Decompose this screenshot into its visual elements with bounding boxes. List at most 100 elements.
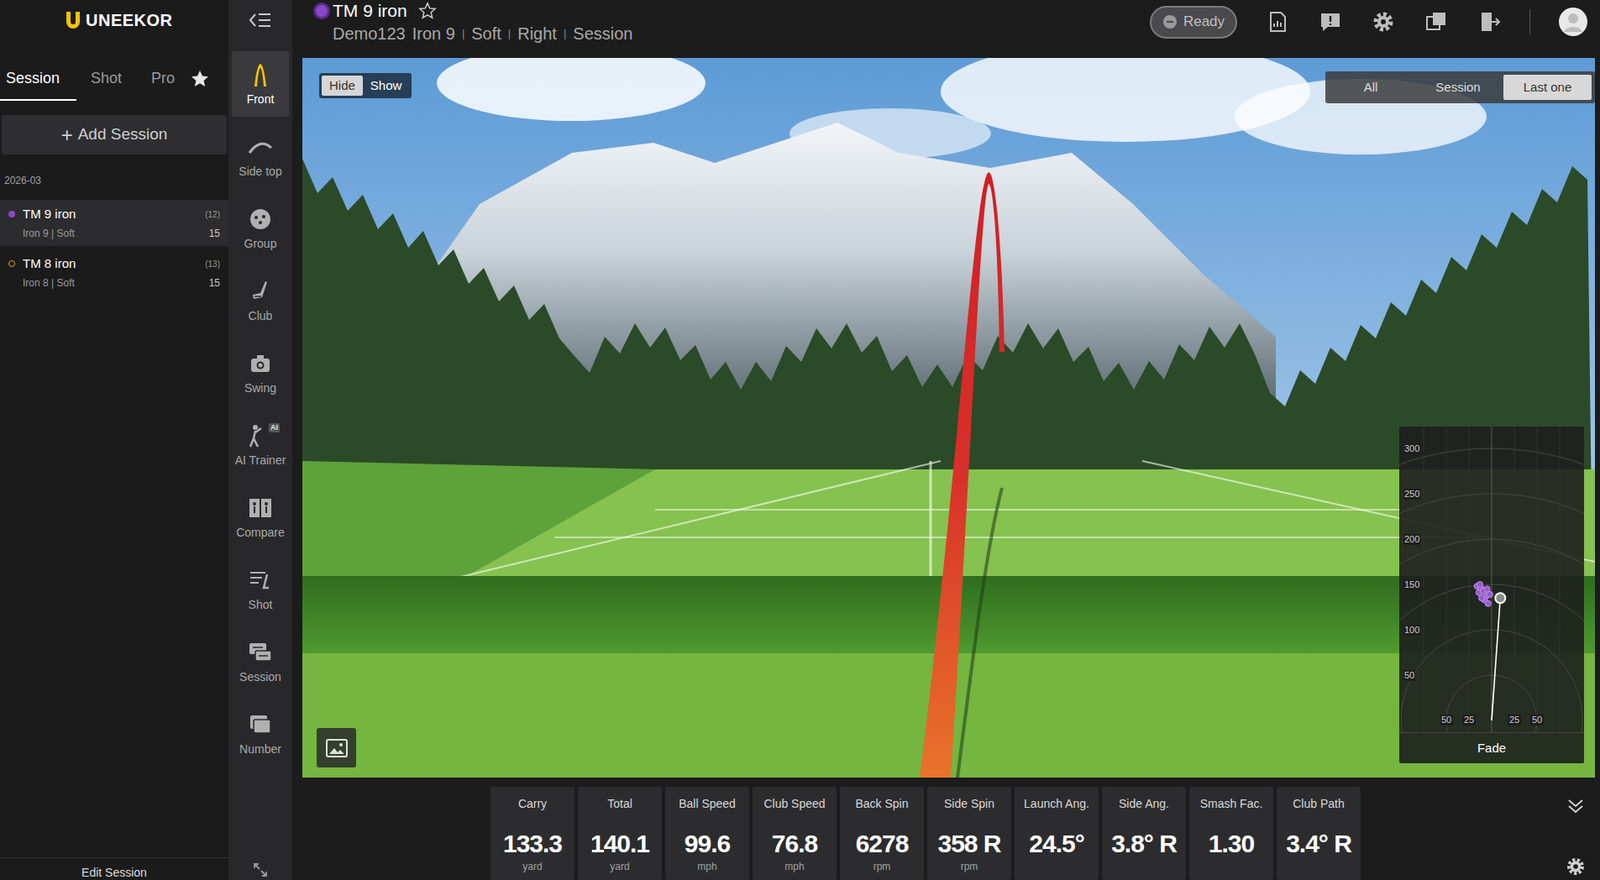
subtitle-item: Soft [471, 22, 502, 45]
rail-label: Shot [248, 598, 273, 612]
y-axis-tick: 300 [1403, 443, 1421, 455]
session-item[interactable]: TM 9 iron(12)Iron 9 | Soft15 [0, 199, 229, 247]
rail-item[interactable]: Side top [231, 123, 289, 189]
collapse-menu-icon[interactable] [228, 0, 293, 41]
shot-dot [1484, 586, 1490, 593]
number-cards-icon [246, 712, 275, 738]
metric-tile: Carry133.3yard [490, 786, 575, 880]
session-item[interactable]: TM 8 iron(13)Iron 8 | Soft15 [0, 249, 229, 296]
session-dot [8, 260, 16, 268]
rail-item[interactable]: Front [231, 51, 289, 117]
session-count: (12) [204, 208, 221, 221]
add-session-label: Add Session [78, 122, 168, 147]
metric-value: 99.6 [684, 830, 730, 858]
trace-visibility-toggle: HideShow [319, 73, 412, 99]
metric-label: Club Speed [763, 786, 825, 812]
shot-shape-bar: Fade [1399, 732, 1585, 764]
rail-item[interactable]: Group [231, 195, 289, 262]
group-view-icon [246, 206, 275, 232]
subtitle-separator: | [508, 25, 511, 42]
front-view-icon [246, 62, 275, 88]
trace-toggle-button[interactable]: Hide [321, 75, 363, 96]
rail-item[interactable]: Compare [231, 484, 289, 551]
session-title: TM 9 iron [22, 204, 76, 225]
shot-dot [1479, 595, 1485, 602]
report-icon[interactable] [1264, 9, 1291, 35]
title-row: TM 9 iron [313, 0, 633, 22]
metric-value: 3.8° R [1111, 830, 1177, 858]
metric-tile: Side Spin358 Rrpm [927, 786, 1012, 880]
panel-tab[interactable]: Shot [76, 57, 137, 101]
y-axis-tick: 150 [1403, 579, 1421, 591]
metric-label: Back Spin [855, 786, 908, 812]
panel-tab[interactable]: Pro [136, 57, 188, 101]
rail-label: Compare [236, 525, 285, 540]
metric-unit: yard [522, 860, 542, 874]
rail-item[interactable]: Number [231, 701, 289, 767]
metric-tile: Smash Fac.1.30 [1189, 786, 1274, 880]
rail-item[interactable]: AIAI Trainer [231, 412, 289, 478]
favorite-star-icon[interactable] [418, 1, 437, 21]
metric-unit: yard [609, 860, 630, 874]
top-header: TM 9 ironDemo123Iron 9|Soft|Right|Sessio… [292, 0, 1600, 58]
side-top-view-icon [246, 134, 275, 160]
session-count: (13) [204, 257, 221, 271]
feedback-icon[interactable] [1317, 9, 1343, 35]
panel-tabs: SessionShotPro [0, 57, 229, 101]
subtitle-separator: | [563, 25, 567, 42]
session-item-title-row: TM 8 iron(13) [8, 254, 221, 274]
rail-item[interactable]: Shot [231, 556, 289, 623]
rail-label: Side top [238, 164, 282, 179]
metric-label: Ball Speed [678, 786, 736, 812]
main-area: TM 9 ironDemo123Iron 9|Soft|Right|Sessio… [292, 0, 1600, 880]
panel-tab[interactable]: Session [0, 57, 77, 101]
status-label: Ready [1183, 10, 1225, 33]
session-list: TM 9 iron(12)Iron 9 | Soft15TM 8 iron(13… [0, 199, 229, 296]
shot-dot [1495, 592, 1506, 604]
status-pill: Ready [1149, 5, 1238, 39]
minus-circle-icon [1162, 14, 1178, 30]
shot-dot [1484, 600, 1491, 607]
session-subtitle: Demo123Iron 9|Soft|Right|Session [313, 21, 633, 46]
camera-icon [246, 351, 275, 377]
metric-unit: mph [784, 860, 804, 874]
favorites-star-icon[interactable] [189, 68, 210, 90]
x-axis-tick: 50 [1439, 714, 1454, 726]
edit-session-button[interactable]: Edit Session [81, 865, 147, 880]
metrics-bar: Carry133.3yardTotal140.1yardBall Speed99… [292, 777, 1600, 880]
y-axis-tick: 50 [1403, 670, 1416, 682]
logo: UNEEKOR [0, 0, 229, 41]
logo-text: UNEEKOR [85, 7, 174, 33]
shot-shape-label: Fade [1477, 739, 1506, 759]
collapse-chevron-icon[interactable] [1564, 795, 1587, 818]
shot-filter-button[interactable]: Session [1416, 74, 1501, 100]
metric-value: 6278 [855, 830, 909, 858]
metrics-settings-gear-icon[interactable] [1565, 856, 1586, 877]
metric-value: 24.5° [1028, 830, 1084, 858]
rail-label: Number [239, 742, 282, 756]
metric-tile: Club Speed76.8mph [752, 786, 837, 880]
shot-filter-button[interactable]: Last one [1503, 74, 1592, 100]
expand-icon[interactable] [251, 861, 269, 879]
shot-filter-button[interactable]: All [1328, 74, 1413, 100]
window-mode-icon[interactable] [1423, 9, 1449, 35]
rail-item[interactable]: Club [231, 267, 289, 334]
logout-icon[interactable] [1476, 9, 1502, 35]
rail-item[interactable]: Session [231, 629, 289, 695]
subtitle-item: Right [517, 22, 557, 45]
session-dot-frame [8, 260, 16, 268]
session-shot-count: 15 [209, 225, 221, 242]
screenshot-image-icon[interactable] [316, 728, 357, 768]
shot-filter: AllSessionLast one [1325, 71, 1595, 104]
session-heading: TM 9 ironDemo123Iron 9|Soft|Right|Sessio… [292, 0, 633, 46]
metric-tile: Side Ang.3.8° R [1101, 786, 1186, 880]
user-avatar-icon[interactable] [1558, 6, 1589, 37]
trace-toggle-button[interactable]: Show [362, 75, 410, 96]
y-axis-tick: 100 [1403, 624, 1421, 636]
add-session-button[interactable]: +Add Session [1, 115, 227, 155]
subtitle-item: Iron 9 [412, 22, 456, 45]
settings-gear-icon[interactable] [1370, 9, 1396, 35]
rail-item[interactable]: Swing [231, 340, 289, 406]
session-group-date: 2026-03 [0, 173, 229, 189]
dispersion-plot: 3002502001501005050252550 [1399, 426, 1585, 733]
